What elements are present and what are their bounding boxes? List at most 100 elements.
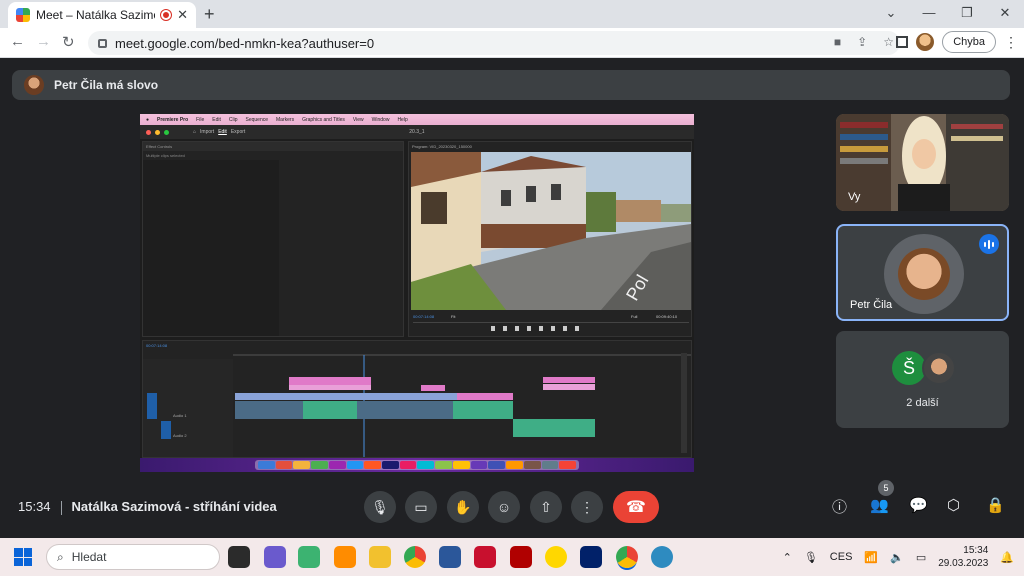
meeting-info: 15:34 Natálka Sazimová - stříhání videa bbox=[18, 499, 277, 515]
present-button[interactable]: ⇧ bbox=[530, 491, 562, 523]
maximize-button[interactable]: ❐ bbox=[948, 0, 986, 28]
tray-date: 29.03.2023 bbox=[938, 558, 989, 569]
timeline-tracks bbox=[143, 353, 691, 457]
minimize-button[interactable]: — bbox=[910, 0, 948, 28]
mac-menubar: ● Premiere Pro File Edit Clip Sequence M… bbox=[140, 114, 694, 125]
system-tray: ⌃ 🎙 CES 📶 🔈 ▭ 15:34 29.03.2023 🔔 bbox=[783, 544, 1014, 570]
reload-icon[interactable]: ↻ bbox=[62, 33, 75, 51]
recording-indicator-icon bbox=[161, 10, 172, 20]
self-name-label: Vy bbox=[848, 191, 861, 203]
meeting-details-icon[interactable]: ⓘ bbox=[832, 496, 847, 517]
volume-icon[interactable]: 🔈 bbox=[890, 551, 904, 564]
url-text[interactable]: meet.google.com/bed-nmkn-kea?authuser=0 bbox=[115, 36, 374, 51]
hand-icon: ✋ bbox=[454, 498, 472, 515]
people-icon[interactable]: 👥 bbox=[870, 496, 889, 514]
more-participants-tile[interactable]: Š 2 další bbox=[836, 331, 1009, 428]
headphones-app-icon[interactable] bbox=[334, 546, 356, 568]
program-duration: 00:09:40:10 bbox=[656, 314, 678, 319]
mac-zoom-dot bbox=[164, 129, 169, 135]
profile-avatar-icon[interactable] bbox=[916, 33, 935, 51]
host-controls-icon[interactable]: 🔒 bbox=[986, 496, 1005, 514]
windows-start-icon[interactable] bbox=[14, 548, 32, 566]
meet-stage: Petr Čila má slovo ● Premiere Pro File E… bbox=[0, 58, 1024, 538]
menu-help: Help bbox=[397, 116, 408, 123]
red-app-icon[interactable] bbox=[510, 546, 532, 568]
menu-graphics: Graphics and Titles bbox=[302, 116, 345, 123]
program-monitor-header: Program: VID_20230320_150000 bbox=[412, 144, 472, 149]
camera-button[interactable]: ▭ bbox=[405, 491, 437, 523]
tab-search-icon[interactable]: ⌄ bbox=[872, 0, 910, 28]
address-bar[interactable]: meet.google.com/bed-nmkn-kea?authuser=0 bbox=[88, 31, 900, 55]
apple-logo-icon: ● bbox=[146, 116, 150, 123]
back-arrow-icon[interactable]: ← bbox=[10, 33, 25, 50]
tray-chevron-icon[interactable]: ⌃ bbox=[783, 551, 792, 564]
chat-icon[interactable]: 💬 bbox=[909, 496, 928, 514]
participant-s-avatar: Š bbox=[892, 351, 926, 385]
more-options-button[interactable]: ⋮ bbox=[571, 491, 603, 523]
effect-controls-header: Effect Controls bbox=[143, 142, 403, 151]
browser-toolbar: ← → ↻ meet.google.com/bed-nmkn-kea?authu… bbox=[0, 28, 1024, 58]
file-explorer-icon[interactable] bbox=[369, 546, 391, 568]
presenter-banner-text: Petr Čila má slovo bbox=[54, 78, 159, 92]
globe-app-icon[interactable] bbox=[651, 546, 673, 568]
participants-count-badge: 5 bbox=[878, 480, 894, 496]
bookmark-star-icon[interactable]: ☆ bbox=[883, 35, 894, 49]
forward-arrow-icon[interactable]: → bbox=[36, 33, 51, 50]
tray-time: 15:34 bbox=[963, 545, 989, 556]
program-timecode: 00:07:14:08 bbox=[413, 314, 435, 319]
profile-error-button[interactable]: Chyba bbox=[942, 31, 996, 53]
tray-mic-icon[interactable]: 🎙 bbox=[804, 551, 818, 564]
word-icon[interactable] bbox=[439, 546, 461, 568]
more-vert-icon: ⋮ bbox=[580, 498, 594, 515]
timeline-timecode: 00:07:14:08 bbox=[146, 343, 168, 348]
tray-clock[interactable]: 15:34 29.03.2023 bbox=[938, 544, 988, 570]
leave-call-button[interactable]: ☎ bbox=[613, 491, 659, 523]
browser-tab-meet[interactable]: Meet – Natálka Sazimová - s ✕ bbox=[8, 2, 196, 28]
chrome-icon[interactable] bbox=[404, 546, 426, 568]
menu-edit: Edit bbox=[212, 116, 221, 123]
share-icon[interactable]: ⇪ bbox=[857, 35, 867, 49]
active-speaker-name: Petr Čila bbox=[850, 299, 893, 311]
mac-dock bbox=[255, 460, 579, 470]
activities-icon[interactable]: ⬡ bbox=[947, 496, 960, 514]
meeting-title: Natálka Sazimová - stříhání videa bbox=[71, 499, 277, 514]
lock-icon[interactable] bbox=[98, 38, 107, 48]
taskbar-search-label: Hledat bbox=[71, 550, 107, 564]
timeline-panel: 00:07:14:08 Audio 1 Audio 2 bbox=[142, 340, 692, 458]
language-indicator[interactable]: CES bbox=[830, 551, 853, 563]
transport-controls bbox=[491, 326, 631, 331]
presenter-banner: Petr Čila má slovo bbox=[12, 70, 1010, 100]
taskbar-search[interactable]: ⌕ Hledat bbox=[46, 544, 220, 570]
pacman-icon[interactable] bbox=[545, 546, 567, 568]
reactions-button[interactable]: ☺ bbox=[488, 491, 520, 523]
teams-chat-icon[interactable] bbox=[264, 546, 286, 568]
self-video-tile[interactable]: Vy bbox=[836, 114, 1009, 211]
chrome-menu-icon[interactable]: ⋮ bbox=[1004, 34, 1018, 51]
battery-icon[interactable]: ▭ bbox=[916, 551, 926, 564]
emoji-icon: ☺ bbox=[496, 499, 512, 515]
browser-tabbar: Meet – Natálka Sazimová - s ✕ + ⌄ — ❐ ✕ bbox=[0, 0, 1024, 28]
active-speaker-tile[interactable]: Petr Čila bbox=[836, 224, 1009, 321]
side-panel-icon[interactable] bbox=[896, 36, 909, 48]
chrome-active-icon[interactable] bbox=[616, 546, 638, 568]
microphone-button[interactable]: 🎙 bbox=[364, 491, 396, 523]
mac-dock-area bbox=[140, 458, 694, 472]
notifications-icon[interactable]: 🔔 bbox=[1000, 551, 1014, 564]
audio-track-1-label: Audio 1 bbox=[173, 413, 187, 418]
close-window-button[interactable]: ✕ bbox=[986, 0, 1024, 28]
program-monitor: Program: VID_20230320_150000 Pol 00:07:1… bbox=[408, 141, 692, 337]
menu-app-name: Premiere Pro bbox=[157, 116, 189, 123]
new-tab-button[interactable]: + bbox=[204, 4, 215, 25]
wifi-icon[interactable]: 📶 bbox=[864, 551, 878, 564]
flag-app-icon[interactable] bbox=[474, 546, 496, 568]
uk-flag-icon[interactable] bbox=[580, 546, 602, 568]
tab-export: Export bbox=[230, 129, 246, 135]
effect-controls-text: Multiple clips selected bbox=[146, 153, 185, 158]
task-view-icon[interactable] bbox=[228, 546, 250, 568]
raise-hand-button[interactable]: ✋ bbox=[447, 491, 479, 523]
close-tab-icon[interactable]: ✕ bbox=[177, 7, 188, 23]
hang-up-icon: ☎ bbox=[626, 499, 646, 516]
more-participants-label: 2 další bbox=[906, 397, 939, 409]
app-green-icon[interactable] bbox=[298, 546, 320, 568]
camera-permission-icon[interactable]: ■ bbox=[834, 35, 841, 49]
